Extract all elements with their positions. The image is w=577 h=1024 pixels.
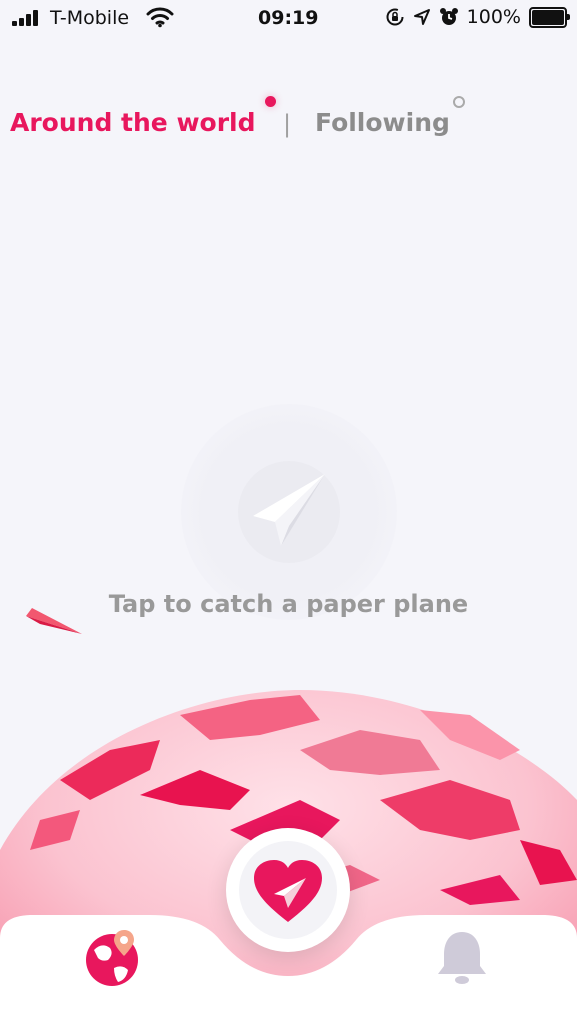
wifi-icon xyxy=(146,7,174,28)
location-arrow-icon xyxy=(413,9,430,25)
paper-plane-icon xyxy=(253,474,325,546)
catch-plane-label: Tap to catch a paper plane xyxy=(108,590,469,618)
flying-paper-plane-icon xyxy=(26,608,82,634)
inactive-indicator-dot xyxy=(453,96,465,108)
tab-separator: | xyxy=(283,110,292,138)
bell-icon[interactable] xyxy=(432,928,492,988)
orientation-lock-icon xyxy=(386,8,404,26)
carrier-name: T-Mobile xyxy=(50,7,130,29)
tab-around-the-world[interactable]: Around the world xyxy=(10,108,256,137)
battery-icon xyxy=(529,6,570,28)
active-indicator-dot xyxy=(265,96,276,107)
heart-plane-icon[interactable] xyxy=(252,858,324,924)
feed-tabs: Around the world | Following xyxy=(0,108,577,148)
battery-percent: 100% xyxy=(466,6,521,28)
cellular-signal-icon xyxy=(12,10,42,26)
alarm-icon xyxy=(439,8,458,25)
status-bar: T-Mobile 09:19 100% xyxy=(0,0,577,38)
clock: 09:19 xyxy=(258,7,319,29)
tab-following[interactable]: Following xyxy=(315,108,450,137)
world-map-icon[interactable] xyxy=(84,928,144,988)
